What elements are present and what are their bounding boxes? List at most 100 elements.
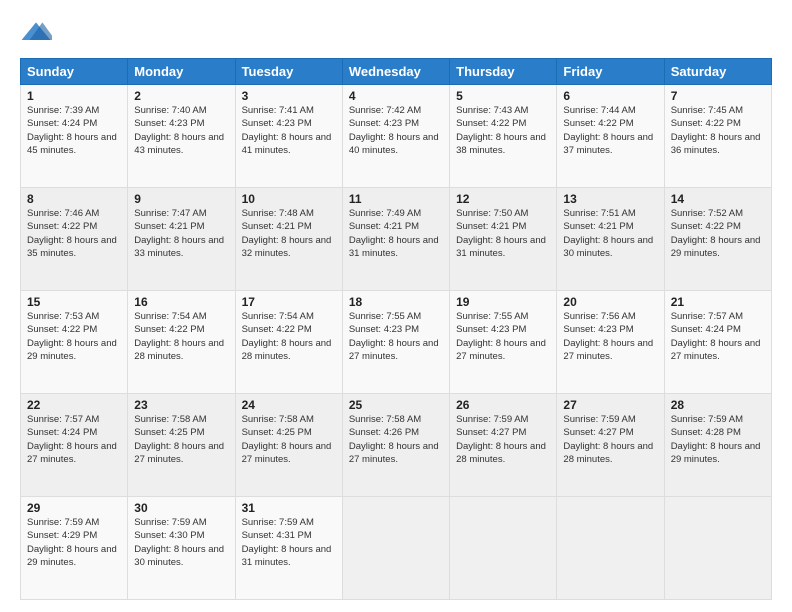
day-info: Sunrise: 7:56 AM Sunset: 4:23 PM Dayligh… (563, 310, 657, 363)
calendar-cell: 2Sunrise: 7:40 AM Sunset: 4:23 PM Daylig… (128, 85, 235, 188)
day-info: Sunrise: 7:58 AM Sunset: 4:26 PM Dayligh… (349, 413, 443, 466)
calendar-cell (342, 497, 449, 600)
day-info: Sunrise: 7:59 AM Sunset: 4:30 PM Dayligh… (134, 516, 228, 569)
day-number: 30 (134, 501, 228, 515)
header-row: SundayMondayTuesdayWednesdayThursdayFrid… (21, 59, 772, 85)
day-info: Sunrise: 7:54 AM Sunset: 4:22 PM Dayligh… (242, 310, 336, 363)
day-number: 13 (563, 192, 657, 206)
calendar-table: SundayMondayTuesdayWednesdayThursdayFrid… (20, 58, 772, 600)
calendar-cell: 8Sunrise: 7:46 AM Sunset: 4:22 PM Daylig… (21, 188, 128, 291)
day-info: Sunrise: 7:49 AM Sunset: 4:21 PM Dayligh… (349, 207, 443, 260)
day-number: 16 (134, 295, 228, 309)
calendar-row: 15Sunrise: 7:53 AM Sunset: 4:22 PM Dayli… (21, 291, 772, 394)
calendar-cell: 10Sunrise: 7:48 AM Sunset: 4:21 PM Dayli… (235, 188, 342, 291)
header-cell-thursday: Thursday (450, 59, 557, 85)
day-info: Sunrise: 7:47 AM Sunset: 4:21 PM Dayligh… (134, 207, 228, 260)
day-info: Sunrise: 7:50 AM Sunset: 4:21 PM Dayligh… (456, 207, 550, 260)
day-number: 11 (349, 192, 443, 206)
calendar-header: SundayMondayTuesdayWednesdayThursdayFrid… (21, 59, 772, 85)
day-number: 9 (134, 192, 228, 206)
calendar-cell: 31Sunrise: 7:59 AM Sunset: 4:31 PM Dayli… (235, 497, 342, 600)
logo-icon (20, 16, 52, 48)
calendar-cell: 17Sunrise: 7:54 AM Sunset: 4:22 PM Dayli… (235, 291, 342, 394)
day-info: Sunrise: 7:41 AM Sunset: 4:23 PM Dayligh… (242, 104, 336, 157)
calendar-row: 22Sunrise: 7:57 AM Sunset: 4:24 PM Dayli… (21, 394, 772, 497)
day-info: Sunrise: 7:39 AM Sunset: 4:24 PM Dayligh… (27, 104, 121, 157)
day-info: Sunrise: 7:58 AM Sunset: 4:25 PM Dayligh… (134, 413, 228, 466)
day-number: 24 (242, 398, 336, 412)
calendar-cell: 19Sunrise: 7:55 AM Sunset: 4:23 PM Dayli… (450, 291, 557, 394)
day-number: 17 (242, 295, 336, 309)
day-number: 23 (134, 398, 228, 412)
calendar-cell (450, 497, 557, 600)
day-info: Sunrise: 7:45 AM Sunset: 4:22 PM Dayligh… (671, 104, 765, 157)
calendar-cell: 6Sunrise: 7:44 AM Sunset: 4:22 PM Daylig… (557, 85, 664, 188)
calendar-cell: 23Sunrise: 7:58 AM Sunset: 4:25 PM Dayli… (128, 394, 235, 497)
calendar-cell: 1Sunrise: 7:39 AM Sunset: 4:24 PM Daylig… (21, 85, 128, 188)
day-number: 19 (456, 295, 550, 309)
day-info: Sunrise: 7:40 AM Sunset: 4:23 PM Dayligh… (134, 104, 228, 157)
calendar-cell: 7Sunrise: 7:45 AM Sunset: 4:22 PM Daylig… (664, 85, 771, 188)
day-number: 15 (27, 295, 121, 309)
day-info: Sunrise: 7:59 AM Sunset: 4:31 PM Dayligh… (242, 516, 336, 569)
day-number: 26 (456, 398, 550, 412)
day-info: Sunrise: 7:58 AM Sunset: 4:25 PM Dayligh… (242, 413, 336, 466)
day-number: 10 (242, 192, 336, 206)
day-info: Sunrise: 7:57 AM Sunset: 4:24 PM Dayligh… (671, 310, 765, 363)
day-info: Sunrise: 7:55 AM Sunset: 4:23 PM Dayligh… (456, 310, 550, 363)
header (20, 16, 772, 48)
day-number: 29 (27, 501, 121, 515)
calendar-row: 29Sunrise: 7:59 AM Sunset: 4:29 PM Dayli… (21, 497, 772, 600)
day-number: 2 (134, 89, 228, 103)
day-number: 27 (563, 398, 657, 412)
header-cell-saturday: Saturday (664, 59, 771, 85)
day-info: Sunrise: 7:59 AM Sunset: 4:27 PM Dayligh… (563, 413, 657, 466)
day-number: 6 (563, 89, 657, 103)
calendar-cell: 14Sunrise: 7:52 AM Sunset: 4:22 PM Dayli… (664, 188, 771, 291)
day-number: 12 (456, 192, 550, 206)
day-info: Sunrise: 7:55 AM Sunset: 4:23 PM Dayligh… (349, 310, 443, 363)
header-cell-friday: Friday (557, 59, 664, 85)
calendar-cell: 12Sunrise: 7:50 AM Sunset: 4:21 PM Dayli… (450, 188, 557, 291)
calendar-cell: 15Sunrise: 7:53 AM Sunset: 4:22 PM Dayli… (21, 291, 128, 394)
calendar-cell: 16Sunrise: 7:54 AM Sunset: 4:22 PM Dayli… (128, 291, 235, 394)
calendar-cell: 24Sunrise: 7:58 AM Sunset: 4:25 PM Dayli… (235, 394, 342, 497)
day-number: 3 (242, 89, 336, 103)
calendar-cell: 3Sunrise: 7:41 AM Sunset: 4:23 PM Daylig… (235, 85, 342, 188)
calendar-cell: 5Sunrise: 7:43 AM Sunset: 4:22 PM Daylig… (450, 85, 557, 188)
calendar-cell: 26Sunrise: 7:59 AM Sunset: 4:27 PM Dayli… (450, 394, 557, 497)
header-cell-sunday: Sunday (21, 59, 128, 85)
day-number: 4 (349, 89, 443, 103)
calendar-cell: 30Sunrise: 7:59 AM Sunset: 4:30 PM Dayli… (128, 497, 235, 600)
calendar-cell: 21Sunrise: 7:57 AM Sunset: 4:24 PM Dayli… (664, 291, 771, 394)
calendar-cell: 18Sunrise: 7:55 AM Sunset: 4:23 PM Dayli… (342, 291, 449, 394)
calendar-row: 1Sunrise: 7:39 AM Sunset: 4:24 PM Daylig… (21, 85, 772, 188)
logo (20, 16, 56, 48)
day-number: 20 (563, 295, 657, 309)
header-cell-wednesday: Wednesday (342, 59, 449, 85)
day-number: 25 (349, 398, 443, 412)
calendar-cell (557, 497, 664, 600)
day-info: Sunrise: 7:54 AM Sunset: 4:22 PM Dayligh… (134, 310, 228, 363)
header-cell-tuesday: Tuesday (235, 59, 342, 85)
day-number: 31 (242, 501, 336, 515)
day-info: Sunrise: 7:52 AM Sunset: 4:22 PM Dayligh… (671, 207, 765, 260)
day-info: Sunrise: 7:59 AM Sunset: 4:28 PM Dayligh… (671, 413, 765, 466)
calendar-cell: 11Sunrise: 7:49 AM Sunset: 4:21 PM Dayli… (342, 188, 449, 291)
day-info: Sunrise: 7:44 AM Sunset: 4:22 PM Dayligh… (563, 104, 657, 157)
calendar-cell: 29Sunrise: 7:59 AM Sunset: 4:29 PM Dayli… (21, 497, 128, 600)
page: SundayMondayTuesdayWednesdayThursdayFrid… (0, 0, 792, 612)
day-info: Sunrise: 7:51 AM Sunset: 4:21 PM Dayligh… (563, 207, 657, 260)
day-number: 5 (456, 89, 550, 103)
day-number: 22 (27, 398, 121, 412)
day-number: 8 (27, 192, 121, 206)
day-number: 28 (671, 398, 765, 412)
calendar-cell: 25Sunrise: 7:58 AM Sunset: 4:26 PM Dayli… (342, 394, 449, 497)
day-number: 21 (671, 295, 765, 309)
day-number: 1 (27, 89, 121, 103)
day-number: 14 (671, 192, 765, 206)
calendar-cell: 9Sunrise: 7:47 AM Sunset: 4:21 PM Daylig… (128, 188, 235, 291)
calendar-cell: 22Sunrise: 7:57 AM Sunset: 4:24 PM Dayli… (21, 394, 128, 497)
calendar-cell: 27Sunrise: 7:59 AM Sunset: 4:27 PM Dayli… (557, 394, 664, 497)
day-info: Sunrise: 7:46 AM Sunset: 4:22 PM Dayligh… (27, 207, 121, 260)
